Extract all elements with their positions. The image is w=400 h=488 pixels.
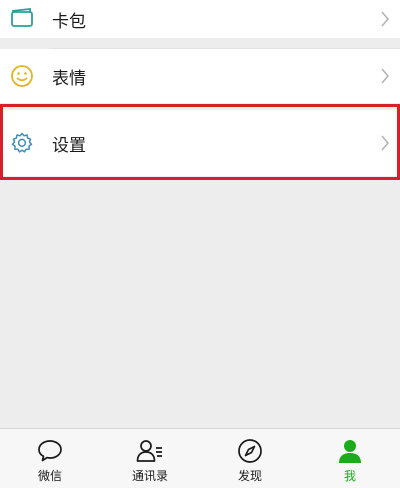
menu-item-cards[interactable]: 卡包 [0,0,400,38]
tab-label: 我 [343,469,356,483]
chevron-right-icon [381,11,389,27]
tab-me[interactable]: 我 [300,429,400,488]
contacts-icon [136,437,164,465]
chat-bubble-icon [36,437,64,465]
tab-chats[interactable]: 微信 [0,429,100,488]
menu-item-label: 设置 [52,135,86,156]
card-wallet-icon [10,7,34,31]
person-icon [336,437,364,465]
compass-icon [236,437,264,465]
section-gap [0,103,400,110]
chevron-right-icon [381,68,389,84]
menu-item-stickers[interactable]: 表情 [0,49,400,103]
tab-label: 通讯录 [131,469,168,483]
menu-item-label: 表情 [52,68,86,89]
smiley-icon [10,64,34,88]
menu-item-label: 卡包 [52,11,86,32]
gear-icon [10,131,34,155]
tab-label: 发现 [237,469,262,483]
tab-label: 微信 [37,469,62,483]
bottom-tab-bar: 微信 通讯录 发现 我 [0,428,400,488]
menu-item-settings[interactable]: 设置 [0,110,400,176]
tab-contacts[interactable]: 通讯录 [100,429,200,488]
tab-discover[interactable]: 发现 [200,429,300,488]
chevron-right-icon [381,135,389,151]
